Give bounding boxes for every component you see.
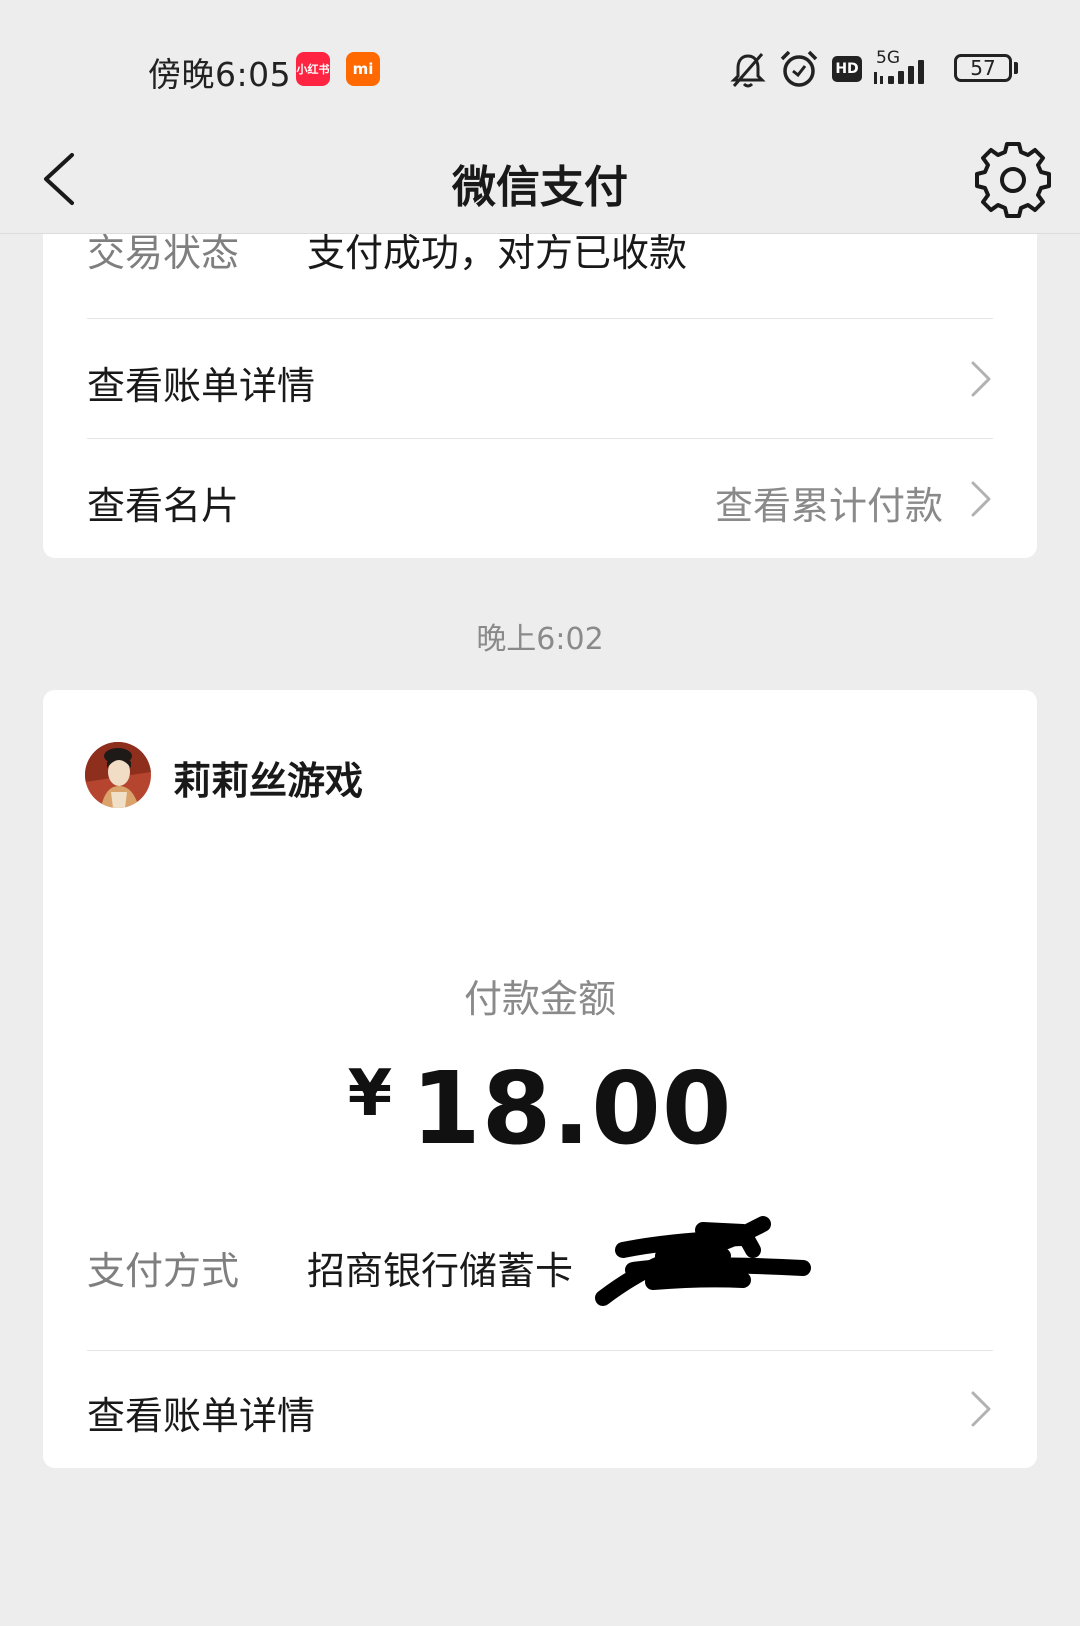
payee-name: 莉莉丝游戏 [173,759,364,803]
settings-gear-icon[interactable] [970,137,1056,223]
amount-value: 18.00 [411,1050,733,1167]
currency-symbol: ¥ [347,1057,394,1131]
chevron-right-icon [971,1391,991,1427]
avatar-image [85,742,151,808]
status-time: 傍晚6:05 [148,55,292,94]
payee-avatar[interactable] [85,742,151,808]
hd-voice-icon: HD [832,56,862,82]
battery-tip [1014,62,1018,74]
bill-details-row[interactable]: 查看账单详情 [87,1351,993,1468]
bill-details-label: 查看账单详情 [87,1394,316,1438]
payment-amount: ¥18.00 [43,1050,1037,1167]
page-title: 微信支付 [452,162,628,213]
bill-details-row[interactable]: 查看账单详情 [87,319,993,439]
bill-details-label: 查看账单详情 [87,364,316,408]
mute-bell-icon [730,53,766,88]
pay-method-divider [87,1250,993,1351]
payment-card: 莉莉丝游戏 付款金额 ¥18.00 支付方式 招商银行储蓄卡 查看账单详情 [43,690,1037,1468]
signal-icon [874,60,924,84]
battery-level: 57 [970,56,996,80]
status-bar: 傍晚6:05 小红书 mi HD 5G 57 [0,0,1080,140]
cumulative-payment-link[interactable]: 查看累计付款 [715,475,943,530]
xiaohongshu-app-icon: 小红书 [296,52,330,86]
business-card-label: 查看名片 [87,484,240,528]
previous-transaction-card: 交易状态 支付成功，对方已收款 查看账单详情 查看名片 查看累计付款 [43,200,1037,558]
alarm-icon [780,50,818,87]
chevron-right-icon [971,481,991,517]
battery-indicator: 57 [954,54,1012,82]
mi-app-icon: mi [346,52,380,86]
business-card-row[interactable]: 查看名片 查看累计付款 [87,439,993,558]
message-timestamp: 晚上6:02 [476,622,604,657]
amount-label: 付款金额 [463,977,616,1021]
nav-bar: 微信支付 [0,125,1080,234]
chevron-right-icon [971,361,991,397]
